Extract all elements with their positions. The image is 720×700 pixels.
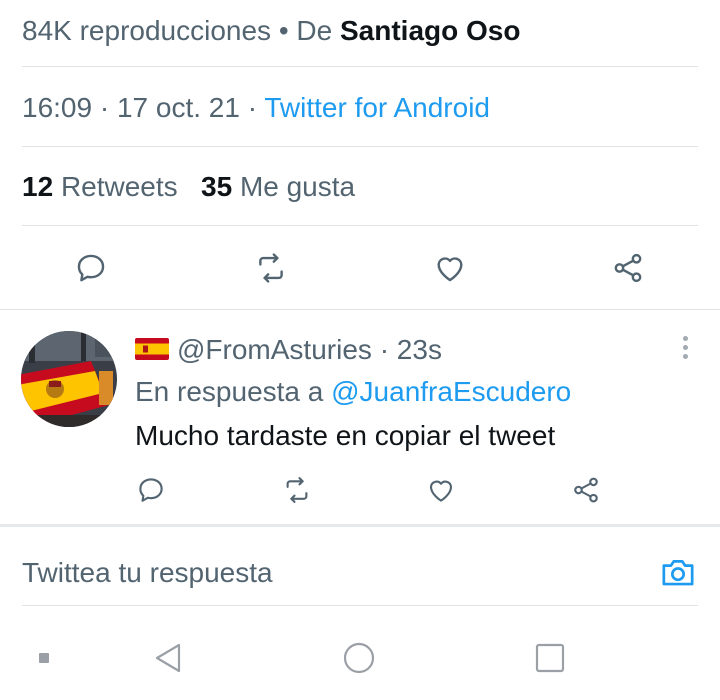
views-count: 84K reproducciones: [22, 15, 272, 46]
retweets-count: 12: [22, 171, 54, 202]
by-label: De: [296, 15, 333, 46]
divider: [22, 225, 698, 226]
tweet-date: 17 oct. 21: [116, 92, 240, 123]
reply-header: @FromAsturies · 23s: [177, 333, 442, 367]
divider: [0, 524, 720, 527]
back-icon[interactable]: [150, 640, 186, 676]
likes-label: Me gusta: [239, 171, 356, 202]
avatar[interactable]: [21, 331, 117, 427]
divider: [22, 605, 698, 606]
divider: [22, 66, 698, 67]
tweet-stats: 12 Retweets 35 Me gusta: [22, 170, 355, 204]
spain-flag-icon: [135, 338, 169, 360]
tweet-meta: 16:09 · 17 oct. 21 · Twitter for Android: [22, 91, 490, 125]
home-icon[interactable]: [341, 640, 377, 676]
overview-icon[interactable]: [532, 640, 568, 676]
retweets-label: Retweets: [60, 171, 178, 202]
reply-icon[interactable]: [131, 470, 171, 510]
views-line: 84K reproducciones • De Santiago Oso: [22, 14, 520, 48]
camera-icon[interactable]: [658, 552, 698, 592]
more-options-icon[interactable]: [672, 334, 698, 360]
author-name[interactable]: Santiago Oso: [340, 15, 520, 46]
retweets-stat[interactable]: 12 Retweets: [22, 171, 178, 202]
tweet-time: 16:09: [22, 92, 93, 123]
bullet-separator: •: [278, 15, 289, 46]
dot-separator: ·: [247, 92, 258, 123]
retweet-icon[interactable]: [277, 470, 317, 510]
like-icon[interactable]: [421, 470, 461, 510]
dot-separator: ·: [379, 334, 390, 365]
reply-icon[interactable]: [68, 245, 114, 291]
recent-apps-icon[interactable]: [26, 640, 62, 676]
like-icon[interactable]: [427, 245, 473, 291]
reply-time: 23s: [396, 334, 442, 365]
android-nav-bar: [0, 628, 720, 688]
likes-count: 35: [201, 171, 233, 202]
share-icon[interactable]: [605, 245, 651, 291]
share-icon[interactable]: [566, 470, 606, 510]
in-reply-to: En respuesta a @JuanfraEscudero: [135, 375, 571, 409]
divider: [22, 146, 698, 147]
reply-handle[interactable]: @FromAsturies: [177, 334, 372, 365]
in-reply-label: En respuesta a: [135, 376, 324, 407]
reply-action-bar: [0, 470, 720, 510]
retweet-icon[interactable]: [248, 245, 294, 291]
divider: [0, 309, 720, 310]
likes-stat[interactable]: 35 Me gusta: [201, 171, 355, 202]
reply-text: Mucho tardaste en copiar el tweet: [135, 420, 556, 451]
tweet-source-link[interactable]: Twitter for Android: [264, 92, 490, 123]
dot-separator: ·: [99, 92, 110, 123]
tweet-action-bar: [0, 245, 720, 291]
reply-compose-input[interactable]: Twittea tu respuesta: [22, 555, 273, 591]
in-reply-handle-link[interactable]: @JuanfraEscudero: [331, 376, 571, 407]
